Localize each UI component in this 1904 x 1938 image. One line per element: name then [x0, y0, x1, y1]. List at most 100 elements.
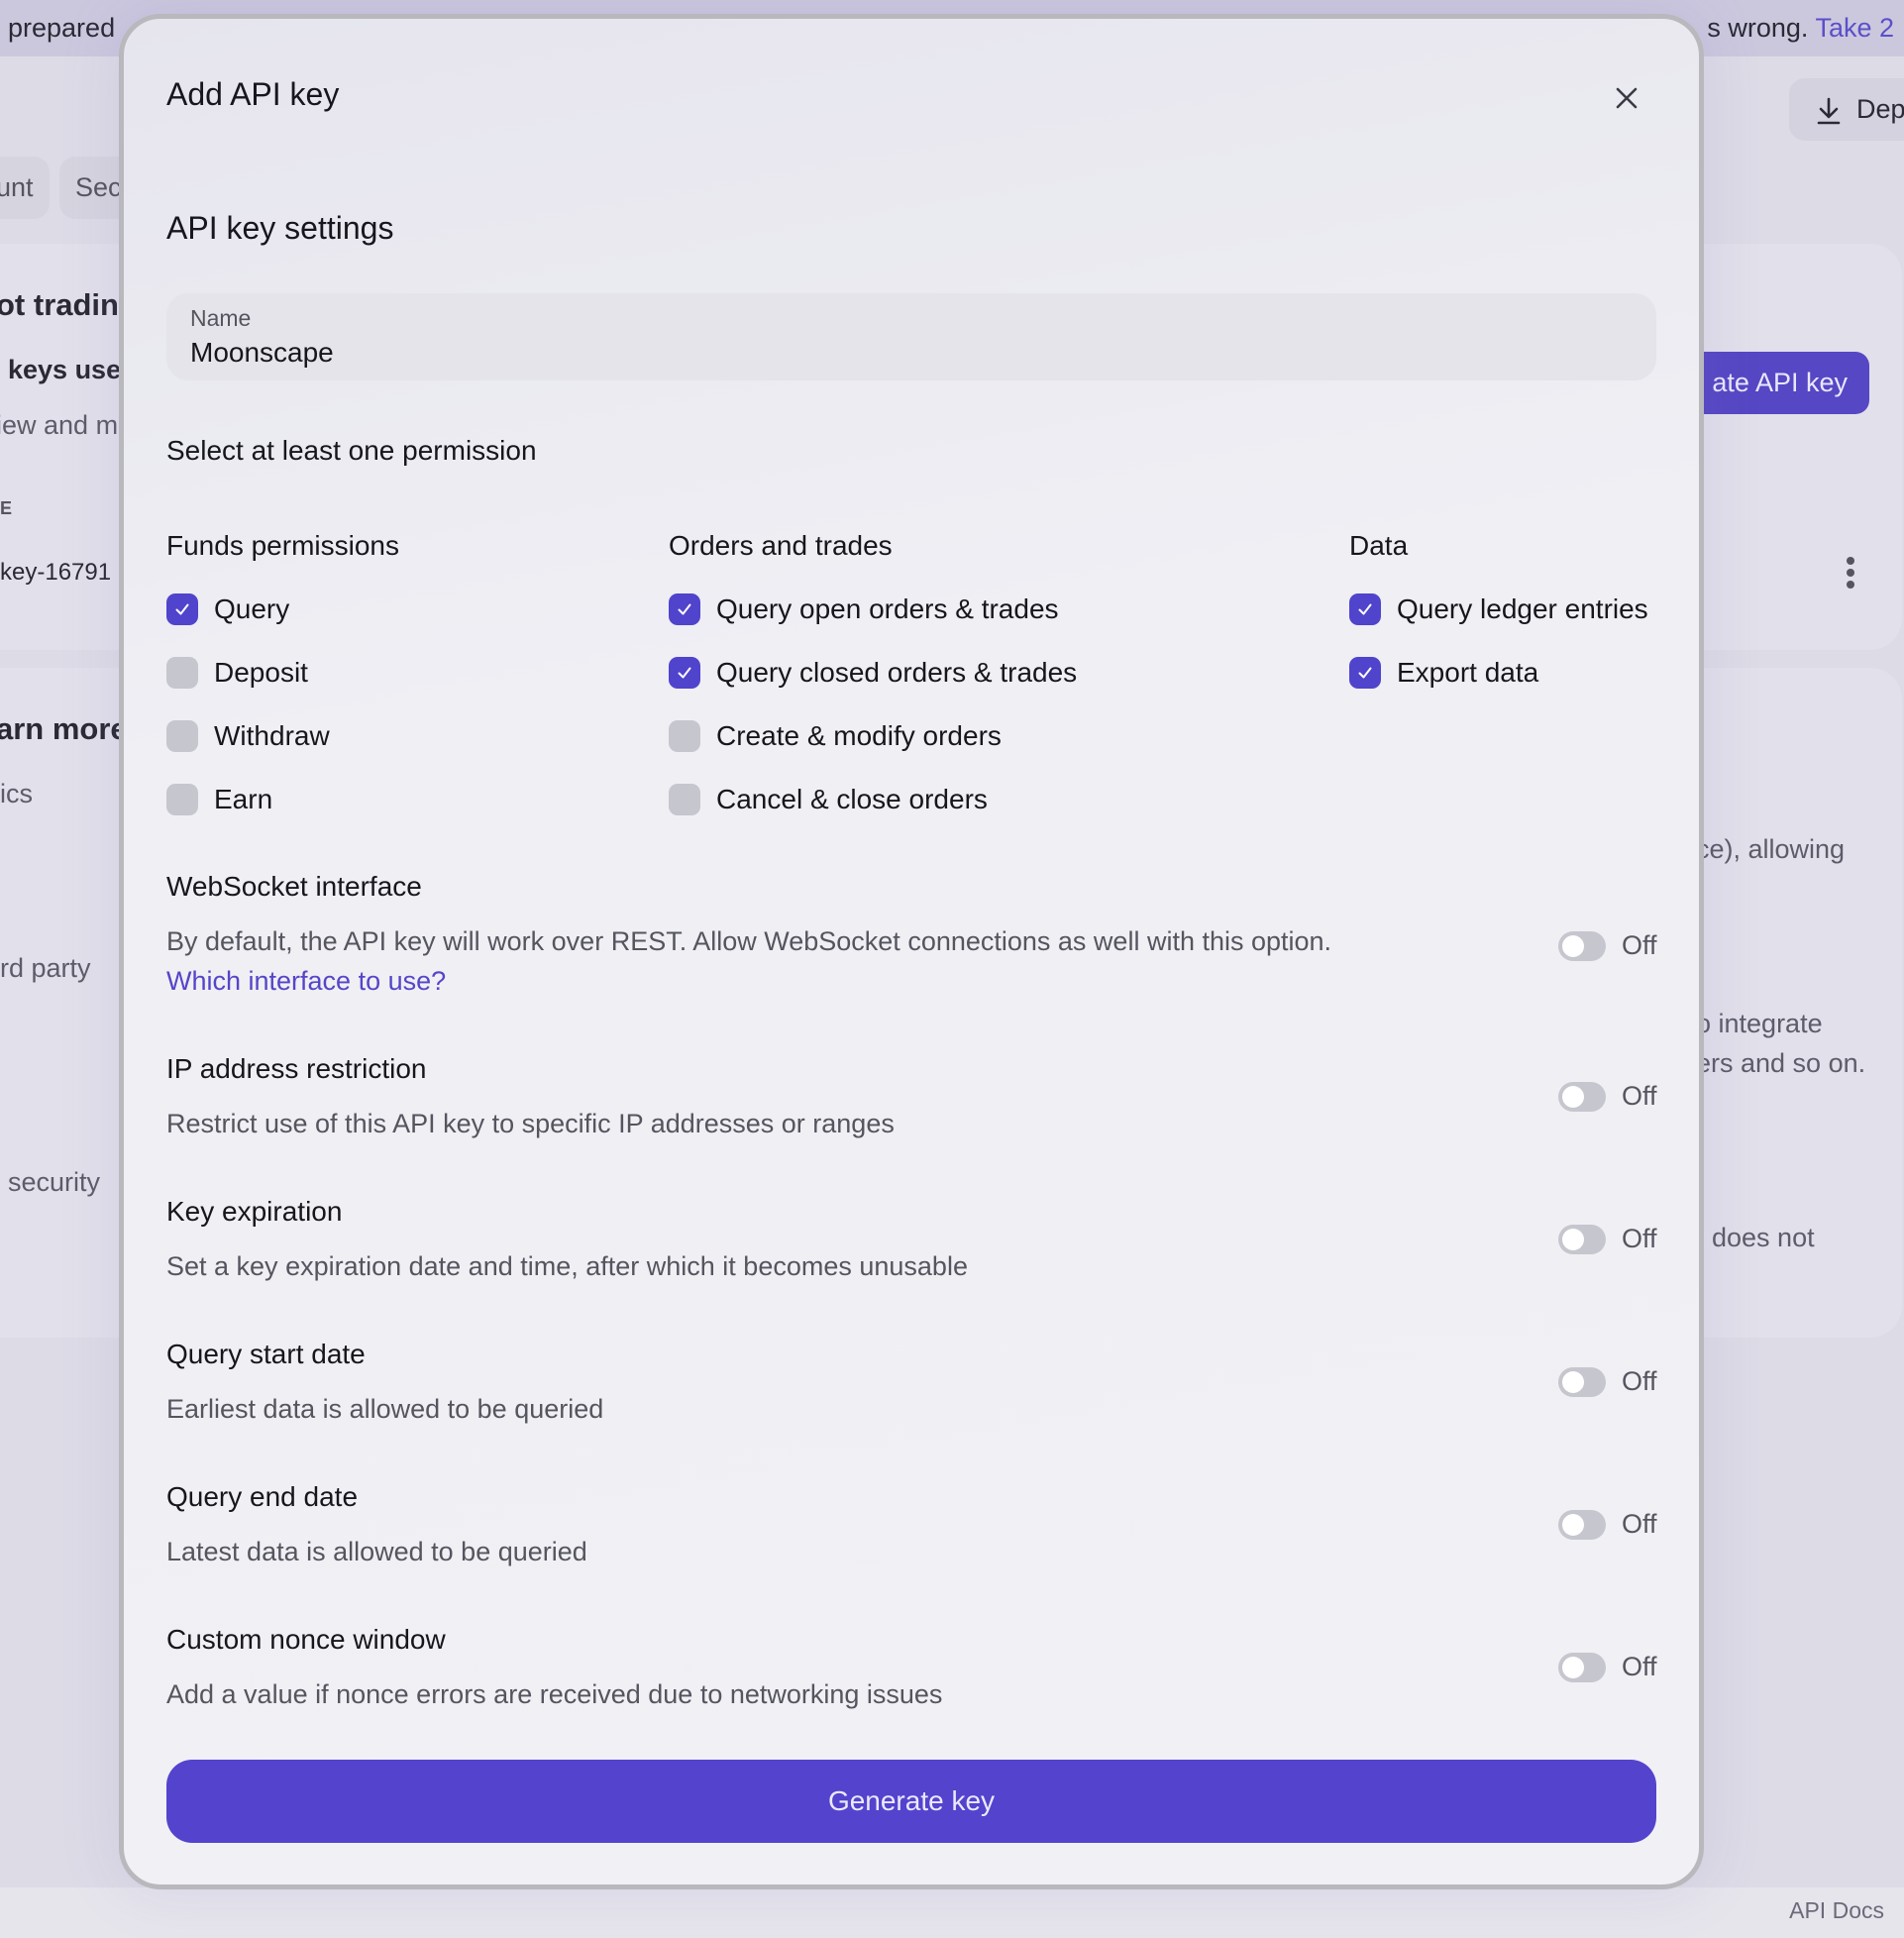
- checkbox-label: Create & modify orders: [716, 720, 1002, 751]
- section-title: API key settings: [166, 210, 394, 246]
- learn-topic[interactable]: security: [8, 1167, 100, 1198]
- orders-trades-heading: Orders and trades: [669, 530, 893, 561]
- toggle-knob: [1562, 1085, 1584, 1108]
- learn-text: does not: [1712, 1223, 1815, 1252]
- checkbox-unchecked-icon[interactable]: [166, 720, 198, 752]
- checkbox-cancel-and-close-orders[interactable]: Cancel & close orders: [669, 780, 988, 819]
- checkmark-icon: [1358, 603, 1372, 615]
- toggle-knob: [1562, 1228, 1584, 1250]
- checkbox-withdraw[interactable]: Withdraw: [166, 716, 330, 756]
- download-icon: [1817, 97, 1841, 125]
- websocket-interface-toggle[interactable]: Off: [1558, 930, 1657, 961]
- learn-topic[interactable]: rd party: [0, 953, 91, 984]
- toggle-switch[interactable]: [1558, 1652, 1606, 1682]
- checkbox-create-and-modify-orders[interactable]: Create & modify orders: [669, 716, 1002, 756]
- banner-text-right: s wrong. Take 2: [1707, 0, 1894, 56]
- name-field[interactable]: Name Moonscape: [166, 293, 1656, 380]
- close-button[interactable]: [1605, 76, 1648, 120]
- name-field-value[interactable]: Moonscape: [190, 337, 334, 369]
- checkbox-query-closed-orders-and-trades[interactable]: Query closed orders & trades: [669, 653, 1077, 693]
- data-heading: Data: [1349, 530, 1409, 561]
- banner-message: s wrong.: [1707, 13, 1809, 43]
- query-start-date-title: Query start date: [166, 1339, 366, 1369]
- checkbox-checked-icon[interactable]: [669, 593, 700, 625]
- checkmark-icon: [678, 667, 691, 679]
- toggle-state-label: Off: [1622, 1509, 1657, 1539]
- toggle-switch[interactable]: [1558, 1509, 1606, 1540]
- key-expiration-toggle[interactable]: Off: [1558, 1224, 1657, 1254]
- toggle-knob: [1562, 1656, 1584, 1678]
- interface-help-link[interactable]: Which interface to use?: [166, 966, 446, 997]
- toggle-knob: [1562, 1513, 1584, 1536]
- checkbox-checked-icon[interactable]: [669, 657, 700, 689]
- toggle-switch[interactable]: [1558, 1081, 1606, 1112]
- key-name[interactable]: key-16791: [0, 559, 111, 587]
- query-end-date-description: Latest data is allowed to be queried: [166, 1537, 587, 1566]
- name-field-label: Name: [190, 305, 252, 331]
- dialog-title: Add API key: [166, 76, 340, 112]
- checkmark-icon: [678, 603, 691, 615]
- toggle-knob: [1562, 934, 1584, 957]
- generate-key-button[interactable]: Generate key: [166, 1760, 1656, 1843]
- toggle-state-label: Off: [1622, 1081, 1657, 1111]
- checkbox-query[interactable]: Query: [166, 590, 289, 629]
- checkbox-unchecked-icon[interactable]: [669, 720, 700, 752]
- deposit-button-label: Dep: [1856, 94, 1904, 124]
- checkbox-label: Query ledger entries: [1397, 593, 1648, 624]
- create-api-key-button[interactable]: ate API key: [1684, 352, 1869, 414]
- checkbox-label: Deposit: [214, 657, 308, 688]
- banner-text-left: prepared: [8, 13, 116, 43]
- query-end-date-toggle[interactable]: Off: [1558, 1509, 1657, 1540]
- key-expiration-description: Set a key expiration date and time, afte…: [166, 1251, 968, 1281]
- funds-permissions-heading: Funds permissions: [166, 530, 399, 561]
- tab-label: unt: [0, 172, 34, 202]
- toggle-state-label: Off: [1622, 1224, 1657, 1253]
- toggle-knob: [1562, 1370, 1584, 1393]
- custom-nonce-window-description: Add a value if nonce errors are received…: [166, 1679, 943, 1709]
- banner-link[interactable]: Take 2: [1815, 13, 1894, 43]
- checkbox-earn[interactable]: Earn: [166, 780, 272, 819]
- checkbox-export-data[interactable]: Export data: [1349, 653, 1538, 693]
- learn-topic[interactable]: ics: [0, 779, 33, 809]
- key-expiration-title: Key expiration: [166, 1196, 343, 1227]
- checkbox-checked-icon[interactable]: [1349, 657, 1381, 689]
- checkbox-unchecked-icon[interactable]: [669, 784, 700, 815]
- checkbox-label: Withdraw: [214, 720, 330, 751]
- api-docs-link[interactable]: API Docs: [1789, 1897, 1884, 1924]
- checkbox-checked-icon[interactable]: [1349, 593, 1381, 625]
- checkbox-query-ledger-entries[interactable]: Query ledger entries: [1349, 590, 1648, 629]
- custom-nonce-window-toggle[interactable]: Off: [1558, 1652, 1657, 1682]
- section-heading: ot trading: [0, 287, 138, 322]
- checkbox-unchecked-icon[interactable]: [166, 784, 198, 815]
- column-header: E: [0, 498, 13, 518]
- learn-text: ce), allowing: [1696, 834, 1846, 864]
- websocket-interface-description: By default, the API key will work over R…: [166, 926, 1332, 956]
- toggle-state-label: Off: [1622, 1366, 1657, 1396]
- learn-more-heading: arn more: [0, 711, 128, 746]
- deposit-button[interactable]: Dep: [1789, 78, 1904, 141]
- ip-address-restriction-toggle[interactable]: Off: [1558, 1081, 1657, 1112]
- websocket-interface-title: WebSocket interface: [166, 871, 422, 902]
- more-options-icon[interactable]: [1846, 557, 1855, 591]
- checkbox-query-open-orders-and-trades[interactable]: Query open orders & trades: [669, 590, 1059, 629]
- toggle-switch[interactable]: [1558, 1224, 1606, 1254]
- tab-label: Sec: [75, 172, 122, 202]
- checkbox-label: Query: [214, 593, 290, 624]
- tab-account[interactable]: unt: [0, 157, 50, 219]
- checkbox-deposit[interactable]: Deposit: [166, 653, 308, 693]
- checkbox-unchecked-icon[interactable]: [166, 657, 198, 689]
- checkbox-checked-icon[interactable]: [166, 593, 198, 625]
- toggle-state-label: Off: [1622, 1652, 1657, 1681]
- close-icon: [1616, 87, 1638, 109]
- checkbox-label: Query closed orders & trades: [716, 657, 1078, 688]
- query-end-date-title: Query end date: [166, 1481, 359, 1512]
- checkmark-icon: [175, 603, 189, 615]
- toggle-switch[interactable]: [1558, 930, 1606, 961]
- checkbox-label: Earn: [214, 784, 273, 814]
- keys-description: iew and m: [0, 410, 119, 440]
- learn-text: ers and so on.: [1696, 1048, 1866, 1078]
- toggle-switch[interactable]: [1558, 1366, 1606, 1397]
- toggle-state-label: Off: [1622, 930, 1657, 960]
- learn-text: o integrate: [1696, 1009, 1823, 1038]
- query-start-date-toggle[interactable]: Off: [1558, 1366, 1657, 1397]
